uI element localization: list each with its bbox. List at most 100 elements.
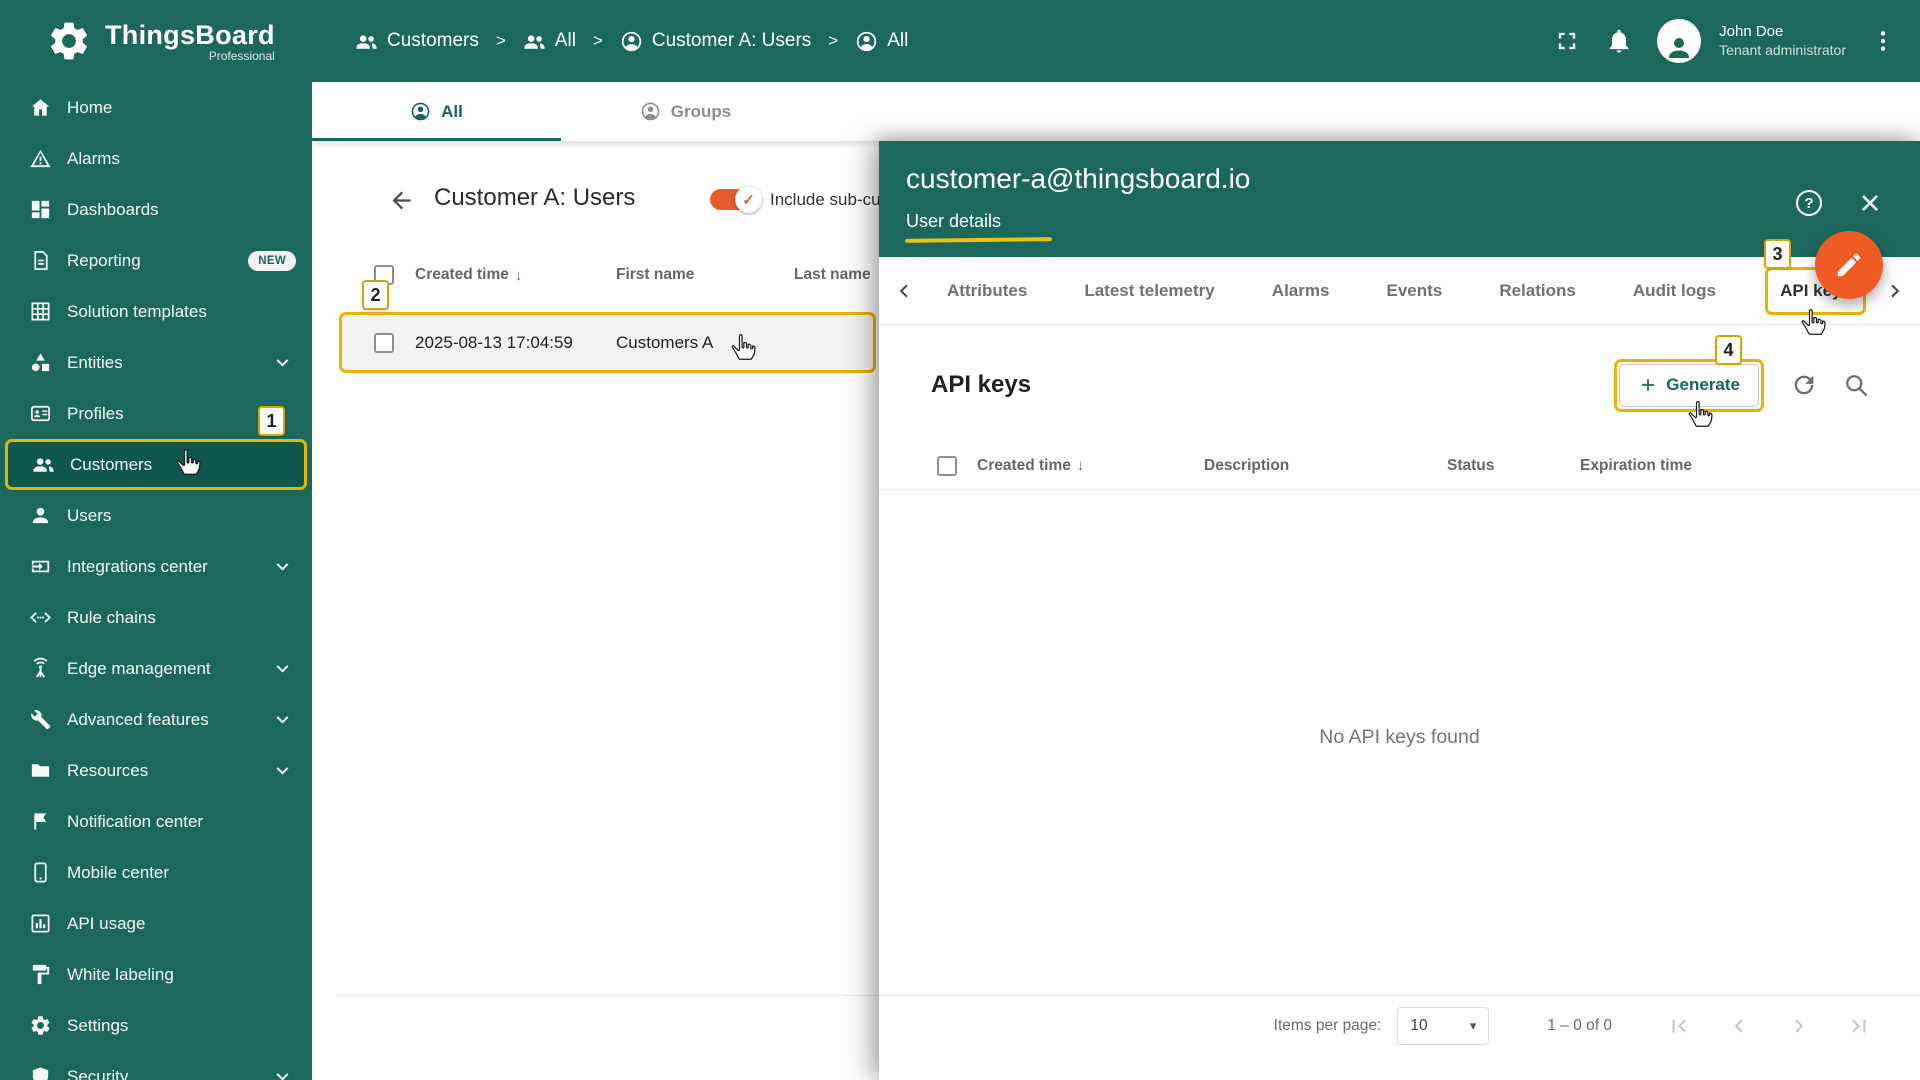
column-created-time[interactable]: Created time ↓ <box>415 255 522 295</box>
last-page-icon[interactable] <box>1846 1013 1872 1039</box>
tab-alarms[interactable]: Alarms <box>1264 281 1338 301</box>
breadcrumb-separator: > <box>828 31 839 50</box>
breadcrumb-customers[interactable]: Customers <box>355 30 479 53</box>
breadcrumb-separator: > <box>495 31 506 50</box>
tabs-scroll-left-icon[interactable] <box>891 278 917 304</box>
tab-all[interactable]: All <box>312 82 561 141</box>
column-description[interactable]: Description <box>1204 442 1289 489</box>
sidebar-item-resources[interactable]: Resources <box>0 745 312 796</box>
top-header: ThingsBoard Professional Customers > All… <box>0 0 1920 82</box>
tab-groups[interactable]: Groups <box>561 82 810 141</box>
thingsboard-logo: ThingsBoard Professional <box>46 0 275 82</box>
previous-page-icon[interactable] <box>1726 1013 1752 1039</box>
breadcrumb-customer-a-users[interactable]: Customer A: Users <box>620 30 811 53</box>
user-details-panel: customer-a@thingsboard.io User details ?… <box>879 141 1920 1080</box>
breadcrumb-all-users[interactable]: All <box>855 30 908 53</box>
help-button[interactable]: ? <box>1796 190 1822 216</box>
tab-events[interactable]: Events <box>1379 281 1451 301</box>
sidebar-item-notification-center[interactable]: Notification center <box>0 796 312 847</box>
sidebar-item-entities[interactable]: Entities <box>0 337 312 388</box>
app-name: ThingsBoard <box>105 19 275 50</box>
sidebar-item-dashboards[interactable]: Dashboards <box>0 184 312 235</box>
avatar[interactable] <box>1657 19 1702 63</box>
plus-icon <box>1638 375 1658 395</box>
sidebar-item-customers[interactable]: Customers <box>5 439 307 490</box>
select-all-checkbox[interactable] <box>937 456 957 476</box>
chevron-down-icon <box>271 351 294 374</box>
edit-fab-button[interactable] <box>1815 231 1883 299</box>
sidebar-item-edge-management[interactable]: Edge management <box>0 643 312 694</box>
sidebar-item-mobile-center[interactable]: Mobile center <box>0 847 312 898</box>
column-status[interactable]: Status <box>1447 442 1494 489</box>
tab-latest-telemetry[interactable]: Latest telemetry <box>1076 281 1222 301</box>
cursor-pointer-icon <box>174 448 202 476</box>
column-first-name[interactable]: First name <box>616 255 694 295</box>
cell-created-time: 2025-08-13 17:04:59 <box>415 332 573 352</box>
next-page-icon[interactable] <box>1786 1013 1812 1039</box>
tabs-scroll-right-icon[interactable] <box>1882 278 1908 304</box>
people-icon <box>523 30 546 53</box>
pagination-footer: Items per page: 10 ▾ 1 – 0 of 0 <box>879 995 1920 1055</box>
dropdown-caret-icon: ▾ <box>1469 1017 1477 1033</box>
people-icon <box>32 453 55 476</box>
annotation-step-2: 2 <box>362 280 389 310</box>
sidebar-item-settings[interactable]: Settings <box>0 1000 312 1051</box>
person-circle-icon <box>640 101 661 122</box>
tab-attributes[interactable]: Attributes <box>939 281 1035 301</box>
person-circle-icon <box>855 30 878 53</box>
refresh-icon[interactable] <box>1790 371 1818 399</box>
row-checkbox[interactable] <box>374 333 394 353</box>
chevron-down-icon <box>271 759 294 782</box>
tab-relations[interactable]: Relations <box>1491 281 1584 301</box>
notifications-bell-icon[interactable] <box>1605 27 1633 55</box>
sort-desc-icon: ↓ <box>514 266 523 284</box>
sidebar-item-home[interactable]: Home <box>0 82 312 133</box>
sort-desc-icon: ↓ <box>1076 457 1085 474</box>
tab-audit-logs[interactable]: Audit logs <box>1625 281 1724 301</box>
sidebar-item-rule-chains[interactable]: Rule chains <box>0 592 312 643</box>
table-row[interactable]: 2025-08-13 17:04:59 Customers A <box>339 312 876 373</box>
user-info: John Doe Tenant administrator <box>1719 23 1846 59</box>
breadcrumb-all-groups[interactable]: All <box>523 30 576 53</box>
column-expiration-time[interactable]: Expiration time <box>1580 442 1692 489</box>
first-page-icon[interactable] <box>1666 1013 1692 1039</box>
fullscreen-icon[interactable] <box>1553 27 1581 55</box>
column-last-name[interactable]: Last name <box>794 255 871 295</box>
close-icon[interactable] <box>1856 189 1884 217</box>
page-range-text: 1 – 0 of 0 <box>1547 1016 1612 1034</box>
toggle-track: ✓ <box>710 186 762 213</box>
items-per-page-select[interactable]: 10 ▾ <box>1397 1006 1490 1045</box>
sidebar-item-users[interactable]: Users <box>0 490 312 541</box>
phone-icon <box>29 861 52 884</box>
cursor-pointer-icon <box>1799 308 1827 336</box>
sidebar-item-alarms[interactable]: Alarms <box>0 133 312 184</box>
ethernet-icon <box>29 606 52 629</box>
paint-icon <box>29 963 52 986</box>
sidebar-item-white-labeling[interactable]: White labeling <box>0 949 312 1000</box>
back-arrow-icon[interactable] <box>388 187 415 214</box>
sidebar-item-integrations-center[interactable]: Integrations center <box>0 541 312 592</box>
antenna-icon <box>29 657 52 680</box>
include-sub-customers-toggle[interactable]: ✓ Include sub-cu <box>710 186 881 213</box>
column-created-time[interactable]: Created time ↓ <box>977 442 1084 489</box>
chevron-down-icon <box>271 657 294 680</box>
shield-icon <box>29 1065 52 1080</box>
cursor-pointer-icon <box>1686 400 1714 428</box>
sidebar-item-advanced-features[interactable]: Advanced features <box>0 694 312 745</box>
new-badge: NEW <box>248 250 296 271</box>
toggle-thumb: ✓ <box>735 186 762 213</box>
kebab-menu-icon[interactable] <box>1870 27 1896 55</box>
sidebar: Home Alarms Dashboards Reporting NEW Solu… <box>0 82 312 1080</box>
search-icon[interactable] <box>1842 371 1870 399</box>
breadcrumb: Customers > All > Customer A: Users > Al… <box>355 0 908 82</box>
category-icon <box>29 351 52 374</box>
annotation-step-4: 4 <box>1715 335 1742 365</box>
check-icon: ✓ <box>742 191 755 209</box>
sidebar-item-reporting[interactable]: Reporting NEW <box>0 235 312 286</box>
annotation-step-3: 3 <box>1764 239 1791 269</box>
sidebar-item-solution-templates[interactable]: Solution templates <box>0 286 312 337</box>
sidebar-item-security[interactable]: Security <box>0 1051 312 1080</box>
person-circle-icon <box>620 30 643 53</box>
items-per-page-label: Items per page: <box>1273 1016 1382 1034</box>
sidebar-item-api-usage[interactable]: API usage <box>0 898 312 949</box>
